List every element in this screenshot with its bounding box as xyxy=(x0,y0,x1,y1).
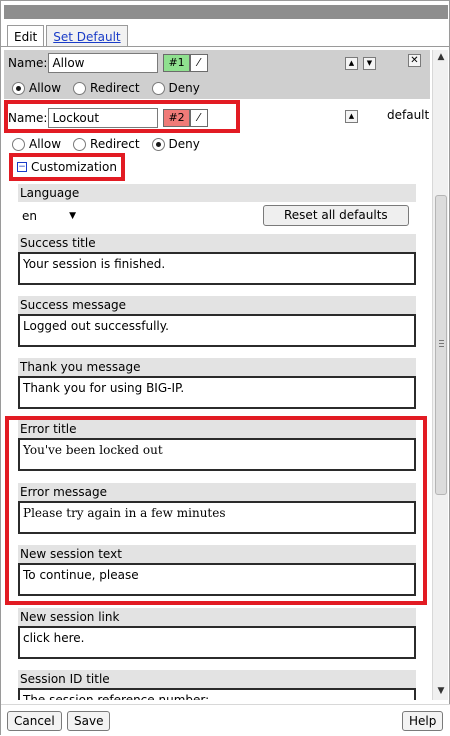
rule2-default-label: default xyxy=(387,108,430,122)
rule1-name-input[interactable]: Allow xyxy=(48,53,159,73)
thank-you-message-input[interactable]: Thank you for using BIG-IP. xyxy=(18,376,416,409)
rule2-radio-deny[interactable]: Deny xyxy=(151,137,200,151)
field-label: New session link xyxy=(18,608,416,626)
tab-set-default[interactable]: Set Default xyxy=(46,25,128,47)
tab-divider xyxy=(1,46,450,47)
field-label: Thank you message xyxy=(18,358,416,376)
scrollbar-thumb[interactable] xyxy=(435,195,447,495)
rule2-radio-redirect[interactable]: Redirect xyxy=(73,137,140,151)
language-label: Language xyxy=(18,184,416,202)
vertical-scrollbar[interactable]: ▲ ▼ xyxy=(432,50,448,700)
rule1-radio-redirect[interactable]: Redirect xyxy=(73,81,140,95)
reset-defaults-button[interactable]: Reset all defaults xyxy=(263,205,409,226)
rule1-name-row: Name: Allow #1 ⁄ xyxy=(8,53,208,73)
rule1-number-badge: #1 xyxy=(163,54,190,72)
rule-editor-window: Edit Set Default Name: Allow #1 ⁄ ▲ ▼ ✕ … xyxy=(0,0,450,736)
save-button[interactable]: Save xyxy=(67,711,111,731)
success-title-input[interactable]: Your session is finished. xyxy=(18,252,416,285)
tab-edit[interactable]: Edit xyxy=(7,25,45,47)
rule1-radio-allow[interactable]: Allow xyxy=(12,81,61,95)
field-label: Success message xyxy=(18,296,416,314)
chevron-down-icon: ▼ xyxy=(69,211,76,221)
rule1-up-button[interactable]: ▲ xyxy=(345,57,358,70)
field-label: Success title xyxy=(18,234,416,252)
new-session-link-input[interactable]: click here. xyxy=(18,626,416,659)
cancel-button[interactable]: Cancel xyxy=(7,711,62,731)
rule2-up-button[interactable]: ▲ xyxy=(345,110,358,123)
language-select[interactable]: en ▼ xyxy=(18,206,80,226)
title-bar xyxy=(4,5,448,19)
scroll-up-icon[interactable]: ▲ xyxy=(436,52,446,62)
help-button[interactable]: Help xyxy=(402,711,444,731)
field-label: Session ID title xyxy=(18,670,416,688)
rules-panel: Name: Allow #1 ⁄ ▲ ▼ ✕ Allow Redirect De… xyxy=(4,50,430,700)
rule2-action-row: Allow Redirect Deny xyxy=(12,137,212,151)
tab-strip: Edit Set Default xyxy=(7,25,130,47)
rule2-radio-allow[interactable]: Allow xyxy=(12,137,61,151)
rule1-action-row: Allow Redirect Deny xyxy=(12,81,212,95)
highlight-rule2-name xyxy=(4,100,240,133)
success-message-input[interactable]: Logged out successfully. xyxy=(18,314,416,347)
rule1-radio-deny[interactable]: Deny xyxy=(151,81,200,95)
highlight-error-fields xyxy=(5,416,427,605)
session-id-title-input[interactable]: The session reference number: xyxy=(18,688,416,700)
highlight-customization xyxy=(9,153,125,181)
rule1-down-button[interactable]: ▼ xyxy=(363,57,376,70)
scroll-down-icon[interactable]: ▼ xyxy=(436,686,446,696)
rule1-close-icon[interactable]: ✕ xyxy=(408,54,421,67)
rule1-wand-icon[interactable]: ⁄ xyxy=(189,54,208,72)
rule1-name-label: Name: xyxy=(8,56,48,70)
footer-bar: Cancel Save Help xyxy=(1,704,450,736)
